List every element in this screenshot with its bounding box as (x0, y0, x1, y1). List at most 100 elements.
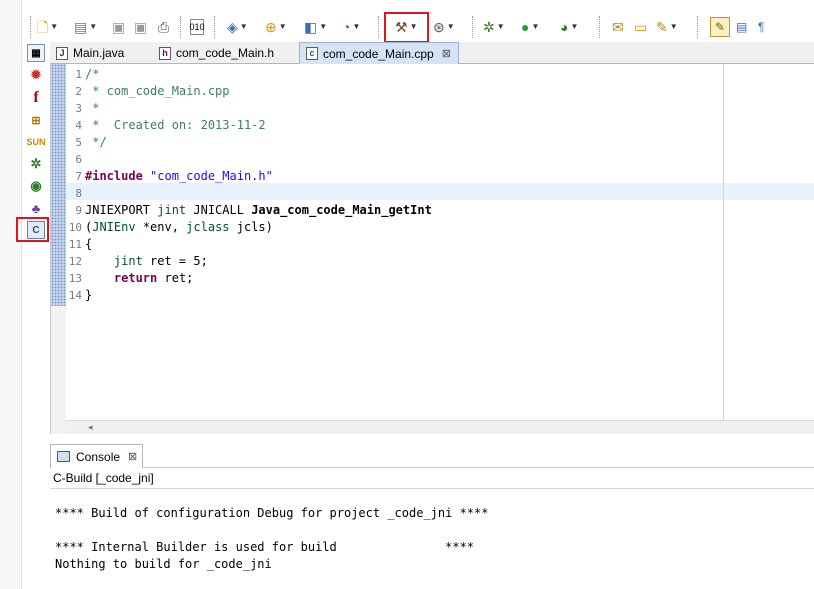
code-line: (JNIEnv *env, jclass jcls) (85, 219, 273, 236)
new-source-folder-icon[interactable]: ▤ ▼ (74, 17, 97, 37)
toolbar-separator (180, 16, 182, 38)
code-token: return (113, 271, 158, 285)
code-token: jint (113, 254, 143, 268)
code-line: #include "com_code_Main.h" (85, 168, 273, 185)
toolbar-separator (599, 16, 601, 38)
toolbar-separator (214, 16, 216, 38)
globe-icon[interactable]: ⊛ ▼ (433, 17, 455, 37)
close-icon[interactable]: ⊠ (442, 47, 451, 60)
console-tab-bar: Console ⊠ (50, 444, 814, 468)
open-folder-icon[interactable]: ▭ (634, 17, 647, 37)
perspective-icon[interactable]: ▦ (27, 44, 45, 62)
scroll-left-icon[interactable]: ◂ (88, 421, 93, 434)
debug-bug-icon[interactable]: ✲ (27, 155, 45, 173)
tab-com-code-main-cpp[interactable]: c com_code_Main.cpp ⊠ (299, 42, 459, 64)
line-number: 3 (75, 102, 82, 115)
code-line: { (85, 237, 93, 251)
perspective-bar (0, 0, 22, 589)
code-text[interactable]: /* * com_code_Main.cpp * * Created on: 2… (84, 64, 724, 424)
code-token: #include (85, 169, 143, 183)
line-number: 14 (68, 289, 82, 302)
line-number: 2 (75, 85, 82, 98)
line-number: 6 (75, 153, 82, 166)
new-header-icon[interactable]: ⊕ ▼ (265, 17, 287, 37)
close-icon[interactable]: ⊠ (128, 450, 137, 463)
code-line: * com_code_Main.cpp (85, 84, 230, 98)
overview-gutter (51, 64, 66, 306)
line-number: 9 (75, 204, 82, 217)
java-browsing-icon[interactable]: ♣ (27, 199, 45, 217)
code-line: jint ret = 5; (85, 253, 208, 270)
toolbar-separator (30, 16, 32, 38)
code-token: jint (157, 203, 187, 217)
toolbar-separator (378, 16, 380, 38)
line-number: 12 (68, 255, 82, 268)
tab-com-code-main-h[interactable]: h com_code_Main.h (153, 42, 298, 64)
save-icon[interactable]: ▣ (112, 17, 125, 37)
new-project-icon[interactable]: ◔ ▼ (342, 17, 360, 37)
tab-label: com_code_Main.cpp (323, 46, 434, 61)
tab-label: com_code_Main.h (176, 46, 275, 60)
show-whitespace-icon[interactable]: ¶ (758, 17, 764, 37)
binary-icon[interactable]: 010 (189, 19, 205, 35)
line-number: 13 (68, 272, 82, 285)
console-line: Nothing to build for _code_jni (55, 557, 272, 571)
line-number: 10 (68, 221, 82, 234)
highlight-box (384, 12, 429, 43)
debug-perspective-icon[interactable]: ✹ (27, 66, 45, 84)
tab-label: Console (76, 449, 121, 464)
toolbar-separator (697, 16, 699, 38)
debug-bug-icon[interactable]: ✲ ▼ (483, 17, 505, 37)
code-editor[interactable]: 1 2 3 4 5 6 7 8 9 10 11 12 13 14 /* * co… (50, 64, 814, 434)
code-line: * (85, 101, 100, 115)
code-line: */ (85, 135, 107, 149)
console-output[interactable]: **** Build of configuration Debug for pr… (50, 488, 814, 589)
line-number: 11 (68, 238, 82, 251)
header-file-icon: h (159, 46, 171, 60)
code-line: return ret; (85, 270, 193, 287)
code-token: Java_com_code_Main_getInt (251, 203, 432, 217)
code-token: jcls) (229, 220, 273, 234)
overview-gutter-empty (51, 306, 66, 434)
run-icon[interactable]: ● ▼ (521, 17, 539, 37)
java-file-icon: J (56, 46, 68, 60)
java-ee-icon[interactable]: ⊞ (27, 111, 45, 129)
code-token: jclass (186, 220, 230, 234)
highlight-box (16, 217, 49, 242)
new-file-icon[interactable]: ◧ ▼ (304, 17, 327, 37)
pen-icon[interactable]: ✎ ▼ (656, 17, 678, 37)
code-token: ret = 5; (142, 254, 208, 268)
console-title: C-Build [_code_jni] (53, 471, 154, 485)
console-line: **** Build of configuration Debug for pr… (55, 506, 489, 520)
tab-console[interactable]: Console ⊠ (50, 444, 143, 468)
save-all-icon[interactable]: ▣ (134, 17, 147, 37)
console-line: **** Internal Builder is used for build … (55, 540, 475, 554)
toolbar-separator (472, 16, 474, 38)
flash-icon[interactable]: f (27, 89, 45, 107)
line-number: 4 (75, 119, 82, 132)
external-tools-icon[interactable]: ◕ ▼ (560, 17, 578, 37)
tab-main-java[interactable]: J Main.java (50, 42, 150, 64)
line-number: 5 (75, 136, 82, 149)
code-line: /* (85, 67, 100, 81)
block-selection-icon[interactable]: ▤ (736, 17, 747, 37)
horizontal-scrollbar[interactable]: ◂ (66, 420, 814, 434)
open-type-icon[interactable]: ✉ (612, 17, 624, 37)
print-icon[interactable]: ⎙ (158, 17, 169, 37)
code-line: } (85, 288, 93, 302)
code-token: JNICALL (186, 203, 252, 217)
new-class-icon[interactable]: ◈ ▼ (227, 17, 248, 37)
mark-occurrences-icon[interactable]: ✎ (710, 17, 730, 37)
java-sun-icon[interactable]: SUN (27, 133, 46, 151)
code-token: JNIEXPORT (85, 203, 158, 217)
line-number: 7 (75, 170, 82, 183)
code-line: JNIEXPORT jint JNICALL Java_com_code_Mai… (85, 202, 432, 219)
globe-icon[interactable]: ◉ (27, 177, 45, 195)
tab-label: Main.java (73, 46, 125, 60)
editor-tab-bar: J Main.java h com_code_Main.h c com_code… (50, 42, 814, 64)
new-icon[interactable]: 🗋 ▼ (37, 17, 58, 37)
line-number: 1 (75, 68, 82, 81)
code-token: ret; (157, 271, 194, 285)
